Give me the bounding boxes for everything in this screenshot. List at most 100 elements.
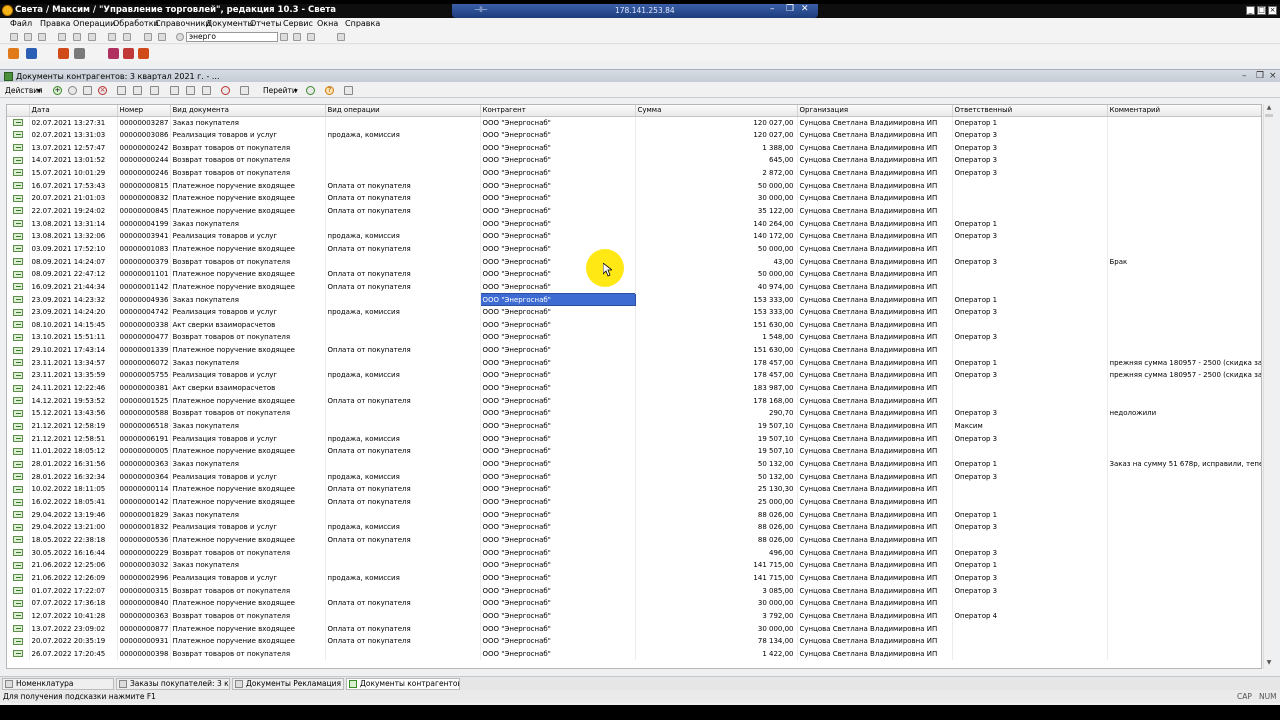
cell-date[interactable]: 16.09.2021 21:44:34 — [29, 280, 118, 294]
cell-comment[interactable]: прежняя сумма 180957 - 2500 (скидка за б… — [1107, 369, 1261, 382]
table-row[interactable]: 18.05.2022 22:38:18 00000000536 Платежное … — [7, 533, 1261, 547]
table-row[interactable]: 13.10.2021 15:51:11 00000000477 Возврат то… — [7, 331, 1261, 344]
cell-operation[interactable] — [325, 647, 481, 661]
cell-date[interactable]: 21.06.2022 12:25:06 — [29, 558, 118, 572]
cell-comment[interactable] — [1107, 242, 1261, 256]
cell-doc-type[interactable]: Платежное поручение входящее — [170, 445, 326, 458]
cell-operation[interactable] — [325, 116, 481, 129]
print-icon[interactable] — [108, 33, 116, 41]
task-tab-customer-orders[interactable]: Заказы покупателей: 3 ква... — [116, 678, 230, 690]
table-row[interactable]: 16.02.2022 18:05:41 00000000142 Платежное … — [7, 495, 1261, 509]
cell-number[interactable]: 00000000840 — [117, 596, 171, 610]
help-icon[interactable]: ? — [325, 86, 334, 95]
cell-operation[interactable] — [325, 508, 481, 521]
cell-date[interactable]: 29.04.2022 13:21:00 — [29, 521, 118, 534]
cell-operation[interactable]: продажа, комиссия — [325, 305, 481, 319]
cell-counterparty[interactable]: ООО "Энергоснаб" — [480, 483, 636, 496]
cell-number[interactable]: 00000000364 — [117, 470, 171, 484]
cell-comment[interactable]: недоложили — [1107, 407, 1261, 420]
cell-sum[interactable]: 50 132,00 — [635, 470, 798, 484]
cell-operation[interactable]: продажа, комиссия — [325, 369, 481, 382]
cell-doc-type[interactable]: Реализация товаров и услуг — [170, 229, 326, 243]
new-icon[interactable] — [10, 33, 18, 41]
cell-comment[interactable] — [1107, 634, 1261, 648]
cell-organization[interactable]: Сунцова Светлана Владимировна ИП — [797, 419, 953, 433]
cell-date[interactable]: 18.05.2022 22:38:18 — [29, 533, 118, 547]
cell-doc-type[interactable]: Платежное поручение входящее — [170, 634, 326, 648]
cell-doc-type[interactable]: Заказ покупателя — [170, 457, 326, 471]
cell-organization[interactable]: Сунцова Светлана Владимировна ИП — [797, 166, 953, 180]
cell-number[interactable]: 00000005755 — [117, 369, 171, 382]
cell-operation[interactable] — [325, 356, 481, 370]
cell-doc-type[interactable]: Реализация товаров и услуг — [170, 571, 326, 585]
cell-sum[interactable]: 19 507,10 — [635, 445, 798, 458]
table-row[interactable]: 10.02.2022 18:11:05 00000000114 Платежное … — [7, 483, 1261, 496]
cell-doc-type[interactable]: Заказ покупателя — [170, 116, 326, 129]
cell-operation[interactable]: Оплата от покупателя — [325, 483, 481, 496]
cell-operation[interactable] — [325, 407, 481, 420]
cell-counterparty[interactable]: ООО "Энергоснаб" — [480, 153, 636, 167]
cell-date[interactable]: 13.07.2021 12:57:47 — [29, 141, 118, 154]
cell-responsible[interactable] — [952, 596, 1108, 610]
cell-doc-type[interactable]: Реализация товаров и услуг — [170, 432, 326, 446]
cell-operation[interactable] — [325, 609, 481, 623]
cell-comment[interactable] — [1107, 166, 1261, 180]
cell-organization[interactable]: Сунцова Светлана Владимировна ИП — [797, 280, 953, 294]
cell-counterparty[interactable]: ООО "Энергоснаб" — [480, 508, 636, 521]
cell-responsible[interactable] — [952, 483, 1108, 496]
cell-date[interactable]: 29.04.2022 13:19:46 — [29, 508, 118, 521]
cell-responsible[interactable] — [952, 533, 1108, 547]
cell-organization[interactable]: Сунцова Светлана Владимировна ИП — [797, 217, 953, 230]
post-documents-icon[interactable] — [150, 86, 159, 95]
cell-number[interactable]: 00000001339 — [117, 343, 171, 357]
cell-date[interactable]: 13.08.2021 13:32:06 — [29, 229, 118, 243]
cell-comment[interactable] — [1107, 432, 1261, 446]
cell-counterparty[interactable]: ООО "Энергоснаб" — [480, 141, 636, 154]
cell-doc-type[interactable]: Платежное поручение входящее — [170, 394, 326, 408]
cell-organization[interactable]: Сунцова Светлана Владимировна ИП — [797, 331, 953, 344]
cell-date[interactable]: 24.11.2021 12:22:46 — [29, 381, 118, 395]
task-tab-reclamation[interactable]: Документы Рекламация — [232, 678, 344, 690]
cell-operation[interactable] — [325, 166, 481, 180]
cell-operation[interactable]: Оплата от покупателя — [325, 179, 481, 192]
doc-close-button[interactable]: × — [1269, 72, 1277, 81]
cell-date[interactable]: 13.10.2021 15:51:11 — [29, 331, 118, 344]
users-icon[interactable] — [26, 48, 37, 59]
cell-doc-type[interactable]: Платежное поручение входящее — [170, 343, 326, 357]
cell-comment[interactable] — [1107, 179, 1261, 192]
cell-comment[interactable] — [1107, 267, 1261, 281]
table-row[interactable]: 21.12.2021 12:58:51 00000006191 Реализация… — [7, 432, 1261, 446]
clear-filter-icon[interactable] — [221, 86, 230, 95]
cell-operation[interactable]: продажа, комиссия — [325, 571, 481, 585]
cell-number[interactable]: 00000000845 — [117, 204, 171, 218]
table-row[interactable]: 02.07.2021 13:27:31 00000003287 Заказ поку… — [7, 116, 1261, 129]
table-row[interactable]: 23.11.2021 13:35:59 00000005755 Реализация… — [7, 369, 1261, 382]
cell-organization[interactable]: Сунцова Светлана Владимировна ИП — [797, 609, 953, 623]
table-row[interactable]: 23.11.2021 13:34:57 00000006072 Заказ поку… — [7, 356, 1261, 370]
cell-date[interactable]: 23.09.2021 14:23:32 — [29, 293, 118, 306]
save-icon[interactable] — [38, 33, 46, 41]
doc-minimize-button[interactable]: – — [1242, 72, 1247, 81]
cell-sum[interactable]: 178 457,00 — [635, 356, 798, 370]
table-row[interactable]: 29.04.2022 13:21:00 00000001832 Реализация… — [7, 521, 1261, 534]
cell-sum[interactable]: 25 000,00 — [635, 495, 798, 509]
edit-icon[interactable] — [83, 86, 92, 95]
cell-date[interactable]: 28.01.2022 16:32:34 — [29, 470, 118, 484]
cell-responsible[interactable]: Оператор 3 — [952, 432, 1108, 446]
menu-file[interactable]: Файл — [10, 19, 32, 28]
cell-sum[interactable]: 50 000,00 — [635, 267, 798, 281]
close-button[interactable]: × — [1268, 6, 1277, 15]
cell-sum[interactable]: 3 792,00 — [635, 609, 798, 623]
cell-number[interactable]: 00000000877 — [117, 622, 171, 635]
cell-doc-type[interactable]: Реализация товаров и услуг — [170, 128, 326, 142]
cell-doc-type[interactable]: Платежное поручение входящее — [170, 267, 326, 281]
cell-operation[interactable]: Оплата от покупателя — [325, 242, 481, 256]
copy-row-icon[interactable] — [68, 86, 77, 95]
cell-comment[interactable] — [1107, 343, 1261, 357]
cell-operation[interactable]: Оплата от покупателя — [325, 596, 481, 610]
cell-sum[interactable]: 30 000,00 — [635, 596, 798, 610]
cell-responsible[interactable] — [952, 318, 1108, 332]
cell-doc-type[interactable]: Акт сверки взаиморасчетов — [170, 318, 326, 332]
cell-number[interactable]: 00000003287 — [117, 116, 171, 129]
cell-organization[interactable]: Сунцова Светлана Владимировна ИП — [797, 305, 953, 319]
